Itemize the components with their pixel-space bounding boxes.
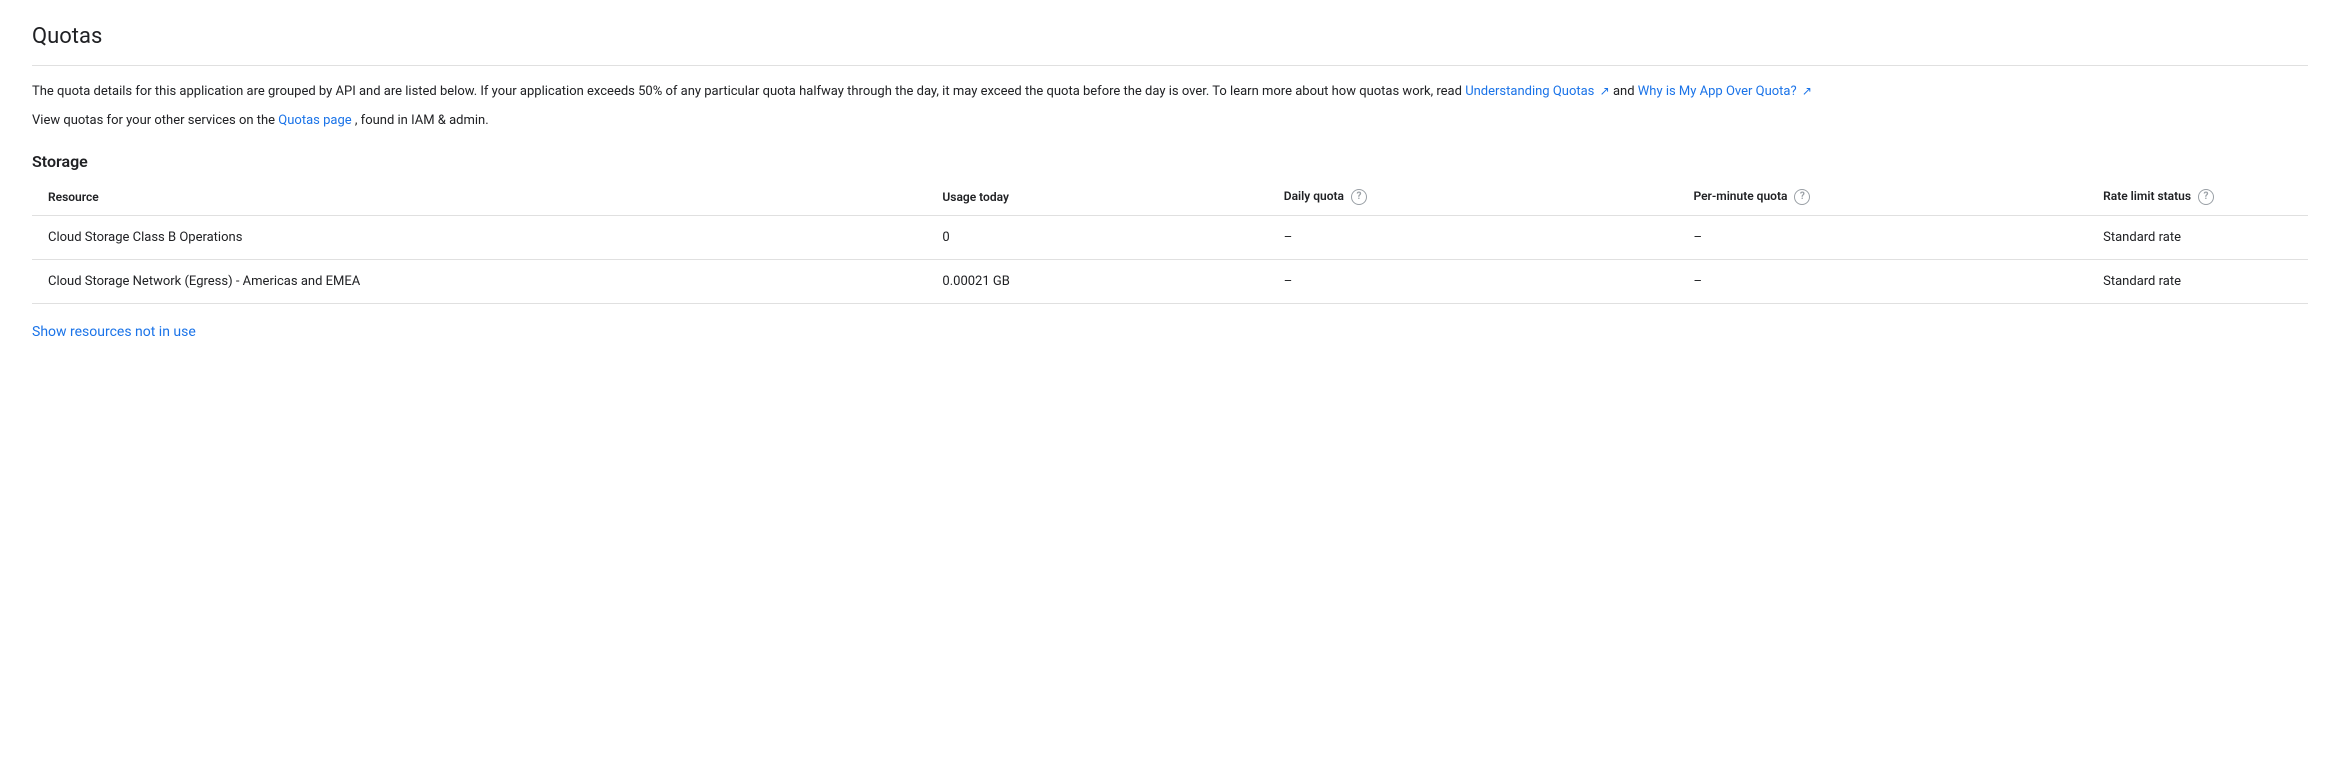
rate-limit-help-icon: ?: [2198, 189, 2214, 205]
rate-limit-cell-1: Standard rate: [2103, 215, 2308, 259]
description-line1: The quota details for this application a…: [32, 82, 2308, 103]
understanding-quotas-link[interactable]: Understanding Quotas ↗: [1465, 84, 1613, 99]
daily-quota-cell-2: –: [1284, 259, 1694, 303]
quotas-page-link[interactable]: Quotas page: [278, 113, 355, 128]
rate-limit-cell-2: Standard rate: [2103, 259, 2308, 303]
description-block: The quota details for this application a…: [32, 82, 2308, 132]
col-header-usage: Usage today: [942, 179, 1283, 216]
table-body: Cloud Storage Class B Operations 0 – – S…: [32, 215, 2308, 303]
header-row: Resource Usage today Daily quota ? Per-m…: [32, 179, 2308, 216]
why-over-quota-link[interactable]: Why is My App Over Quota? ↗: [1638, 84, 1812, 99]
perminute-quota-cell-1: –: [1693, 215, 2103, 259]
usage-today-cell-2: 0.00021 GB: [942, 259, 1283, 303]
col-header-perminute-quota: Per-minute quota ?: [1693, 179, 2103, 216]
description-line2: View quotas for your other services on t…: [32, 111, 2308, 132]
quota-table: Resource Usage today Daily quota ? Per-m…: [32, 179, 2308, 304]
resource-cell-2: Cloud Storage Network (Egress) - America…: [32, 259, 942, 303]
daily-quota-help-icon: ?: [1351, 189, 1367, 205]
perminute-quota-cell-2: –: [1693, 259, 2103, 303]
resource-cell-1: Cloud Storage Class B Operations: [32, 215, 942, 259]
table-header: Resource Usage today Daily quota ? Per-m…: [32, 179, 2308, 216]
storage-section-title: Storage: [32, 152, 2308, 171]
external-link-icon-1: ↗: [1600, 82, 1610, 101]
daily-quota-cell-1: –: [1284, 215, 1694, 259]
external-link-icon-2: ↗: [1802, 82, 1812, 101]
col-header-rate-limit: Rate limit status ?: [2103, 179, 2308, 216]
col-header-resource: Resource: [32, 179, 942, 216]
page-title: Quotas: [32, 24, 2308, 66]
table-row: Cloud Storage Class B Operations 0 – – S…: [32, 215, 2308, 259]
table-row: Cloud Storage Network (Egress) - America…: [32, 259, 2308, 303]
usage-today-cell-1: 0: [942, 215, 1283, 259]
show-resources-link[interactable]: Show resources not in use: [32, 324, 2308, 340]
perminute-quota-help-icon: ?: [1794, 189, 1810, 205]
page-container: Quotas The quota details for this applic…: [0, 0, 2340, 364]
col-header-daily-quota: Daily quota ?: [1284, 179, 1694, 216]
